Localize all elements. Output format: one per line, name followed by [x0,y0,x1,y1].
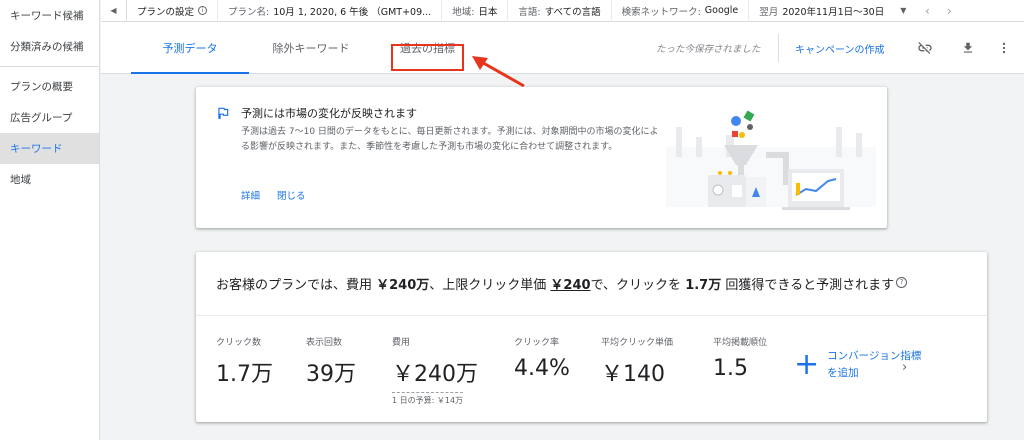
sidebar-divider [0,66,99,67]
metric-cost[interactable]: 費用 ￥240万 1 日の予算: ￥14万 [392,335,478,407]
metric-avg-cpc[interactable]: 平均クリック単価 ￥140 [601,335,673,388]
sidebar-item-keyword-ideas[interactable]: キーワード候補 [0,0,99,31]
metric-impressions[interactable]: 表示回数 39万 [306,335,356,388]
tab-negative-keywords[interactable]: 除外キーワード [249,22,373,74]
tab-forecast[interactable]: 予測データ [131,22,249,74]
network-setting[interactable]: 検索ネットワーク: Google [610,0,749,22]
more-vert-icon[interactable] [993,22,1015,74]
caret-left-icon: ◀ [110,6,117,15]
sidebar-item-locations[interactable]: 地域 [0,164,99,195]
card-divider [196,315,987,316]
sidebar-item-keywords[interactable]: キーワード [0,133,99,164]
forecast-summary-card: お客様のプランでは、費用 ￥240万、上限クリック単価 ￥240で、クリックを … [196,252,987,422]
region-setting[interactable]: 地域: 日本 [441,0,507,22]
daily-budget: 1 日の予算: ￥14万 [392,392,464,406]
saved-status: たった今保存されました [656,44,761,55]
create-campaign-button[interactable]: キャンペーンの作成 [795,22,885,74]
sidebar-item-ad-groups[interactable]: 広告グループ [0,102,99,133]
highlight-box [391,44,464,71]
info-card-title: 予測には市場の変化が反映されます [241,107,417,120]
forecast-max-cpc[interactable]: ￥240 [550,278,590,293]
metric-clicks[interactable]: クリック数 1.7万 [216,335,273,388]
forecast-clicks: 1.7万 [685,278,722,293]
flag-icon [218,107,229,119]
close-link[interactable]: 閉じる [277,191,306,202]
chevron-right-icon[interactable]: › [902,360,907,375]
plan-settings-bar: ◀ プランの設定 i プラン名: 10月 1, 2020, 6 午後 （GMT+… [101,0,1024,22]
sidebar-item-grouped-ideas[interactable]: 分類済みの候補 [0,31,99,62]
details-link[interactable]: 詳細 [241,191,260,202]
date-range-selector[interactable]: 翌月 2020年11月1日〜30日 ▼ [748,0,916,22]
collapse-sidebar-button[interactable]: ◀ [101,0,127,22]
download-icon[interactable] [957,22,979,74]
metric-avg-position[interactable]: 平均掲載順位 1.5 [713,335,767,381]
market-change-info-card: 予測には市場の変化が反映されます 予測は過去 7〜10 日間のデータをもとに、毎… [196,87,887,228]
forecast-cost: ￥240万 [376,278,430,293]
annotation-arrow-icon [472,56,525,88]
forecast-illustration [666,110,876,210]
toolbar-divider [778,34,779,62]
plus-icon: + [794,347,820,382]
help-icon[interactable]: ? [896,276,908,288]
sidebar: キーワード候補 分類済みの候補 プランの概要 広告グループ キーワード 地域 [0,0,100,440]
language-setting[interactable]: 言語: すべての言語 [507,0,610,22]
info-card-body: 予測は過去 7〜10 日間のデータをもとに、毎日更新されます。予測には、対象期間… [241,127,659,152]
prev-period-icon[interactable]: ‹ [916,4,938,18]
link-off-icon[interactable] [914,22,936,74]
next-period-icon[interactable]: › [938,4,960,18]
sidebar-item-plan-overview[interactable]: プランの概要 [0,71,99,102]
plan-name-setting[interactable]: プラン名: 10月 1, 2020, 6 午後 （GMT+09... [217,0,441,22]
metric-ctr[interactable]: クリック率 4.4% [514,335,570,381]
forecast-summary-text: お客様のプランでは、費用 ￥240万、上限クリック単価 ￥240で、クリックを … [216,274,908,293]
plan-settings-title[interactable]: プランの設定 i [127,0,217,22]
dropdown-arrow-icon: ▼ [900,6,907,15]
info-icon[interactable]: i [198,6,208,15]
info-card-links: 詳細 閉じる [241,188,320,202]
tab-bar: 予測データ 除外キーワード 過去の指標 たった今保存されました キャンペーンの作… [101,22,1024,74]
